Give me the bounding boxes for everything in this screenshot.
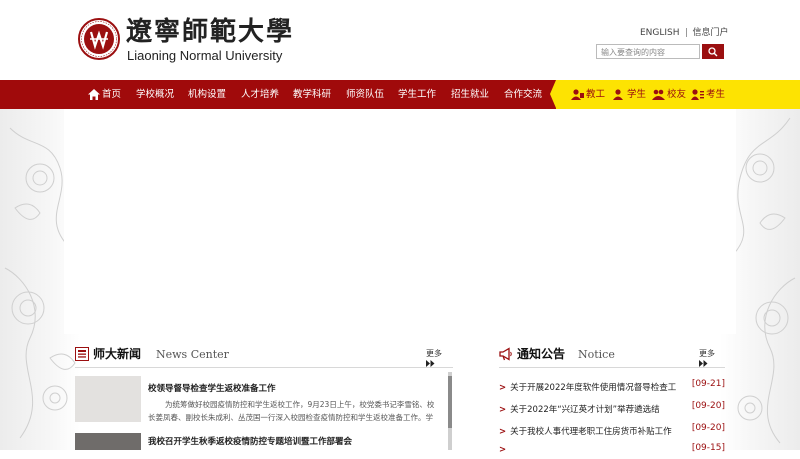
notice-item-date: [09-20] bbox=[691, 401, 725, 411]
notice-item-date: [09-20] bbox=[691, 423, 725, 433]
notice-item[interactable]: > 关于开展2022年度软件使用情况督导检查工 [09-21] bbox=[499, 379, 725, 395]
audience-alumni[interactable]: 校友 bbox=[652, 80, 686, 109]
link-divider bbox=[685, 28, 687, 37]
nav-item-label: 首页 bbox=[102, 89, 122, 100]
news-title: 师大新闻 bbox=[93, 347, 142, 361]
news-more-link[interactable]: 更多 bbox=[426, 349, 453, 369]
nav-item-cooperation[interactable]: 合作交流 bbox=[504, 80, 542, 109]
audience-label: 校友 bbox=[667, 89, 687, 100]
notice-item-date: [09-21] bbox=[691, 379, 725, 389]
news-item-title[interactable]: 校领导督导检查学生返校准备工作 bbox=[148, 382, 276, 394]
news-item-title[interactable]: 我校召开学生秋季返校疫情防控专题培训暨工作部署会 bbox=[148, 435, 352, 447]
bullet-icon: > bbox=[499, 445, 507, 455]
notice-item-text: 关于我校人事代理老职工住房货币补贴工作 bbox=[510, 427, 672, 437]
audience-label: 考生 bbox=[706, 89, 726, 100]
bullet-icon: > bbox=[499, 383, 507, 393]
nav-item-faculty[interactable]: 师资队伍 bbox=[346, 80, 384, 109]
nav-item-student-affairs[interactable]: 学生工作 bbox=[398, 80, 436, 109]
more-label: 更多 bbox=[699, 349, 715, 358]
audience-staff[interactable]: 教工 bbox=[571, 80, 605, 109]
audience-label: 教工 bbox=[586, 89, 606, 100]
site-header: 遼寧師範大學 Liaoning Normal University ENGLIS… bbox=[0, 0, 800, 80]
university-seal-logo[interactable] bbox=[78, 18, 120, 60]
university-name-en: Liaoning Normal University bbox=[127, 48, 283, 63]
news-thumbnail[interactable] bbox=[75, 376, 141, 422]
nav-item-research[interactable]: 教学科研 bbox=[293, 80, 331, 109]
nav-item-home[interactable]: 首页 bbox=[88, 80, 121, 109]
nav-item-admissions[interactable]: 招生就业 bbox=[451, 80, 489, 109]
notice-item[interactable]: > 关于2022年“兴辽英才计划”举荐遴选结 [09-20] bbox=[499, 401, 725, 417]
search-button[interactable] bbox=[702, 44, 724, 59]
university-name-cn: 遼寧師範大學 bbox=[126, 17, 295, 47]
bullet-icon: > bbox=[499, 405, 507, 415]
more-label: 更多 bbox=[426, 349, 442, 358]
news-section-header: 师大新闻 News Center 更多 bbox=[75, 343, 453, 368]
news-scrollbar-thumb[interactable] bbox=[448, 376, 452, 428]
portal-link[interactable]: 信息门户 bbox=[693, 28, 729, 38]
english-link[interactable]: ENGLISH bbox=[640, 28, 680, 38]
applicant-icon bbox=[691, 89, 704, 100]
notice-subtitle: Notice bbox=[578, 348, 615, 361]
news-list: 校领导督导检查学生返校准备工作 为统筹做好校园疫情防控和学生返校工作，9月23日… bbox=[75, 372, 453, 450]
staff-icon bbox=[571, 89, 584, 100]
home-icon bbox=[88, 89, 100, 100]
news-subtitle: News Center bbox=[156, 348, 229, 361]
notice-item[interactable]: > 关于我校人事代理老职工住房货币补贴工作 [09-20] bbox=[499, 423, 725, 439]
notice-section-header: 通知公告 Notice 更多 bbox=[499, 343, 725, 368]
search-icon bbox=[708, 47, 718, 57]
hero-banner[interactable] bbox=[64, 109, 736, 334]
nav-item-overview[interactable]: 学校概况 bbox=[136, 80, 174, 109]
notice-item[interactable]: > [09-15] bbox=[499, 443, 725, 459]
double-arrow-icon bbox=[699, 360, 708, 367]
alumni-icon bbox=[652, 89, 665, 100]
news-item-summary: 为统筹做好校园疫情防控和学生返校工作，9月23日上午，校党委书记李雪铭、校长姜凤… bbox=[148, 400, 435, 422]
double-arrow-icon bbox=[426, 360, 435, 367]
notice-item-date: [09-15] bbox=[691, 443, 725, 453]
notice-more-link[interactable]: 更多 bbox=[699, 349, 725, 369]
audience-applicants[interactable]: 考生 bbox=[691, 80, 725, 109]
notice-item-text: 关于开展2022年度软件使用情况督导检查工 bbox=[510, 383, 677, 393]
megaphone-icon bbox=[499, 347, 512, 361]
top-links: ENGLISH 信息门户 bbox=[640, 25, 729, 38]
student-icon bbox=[613, 89, 623, 100]
news-icon bbox=[75, 347, 89, 361]
bullet-icon: > bbox=[499, 427, 507, 437]
nav-item-education[interactable]: 人才培养 bbox=[241, 80, 279, 109]
nav-item-departments[interactable]: 机构设置 bbox=[188, 80, 226, 109]
audience-students[interactable]: 学生 bbox=[612, 80, 646, 109]
news-thumbnail[interactable] bbox=[75, 433, 141, 450]
notice-title: 通知公告 bbox=[517, 347, 566, 361]
notice-item-text: 关于2022年“兴辽英才计划”举荐遴选结 bbox=[510, 405, 660, 415]
search-input[interactable]: 输入要查询的内容 bbox=[596, 44, 700, 59]
audience-label: 学生 bbox=[627, 89, 647, 100]
